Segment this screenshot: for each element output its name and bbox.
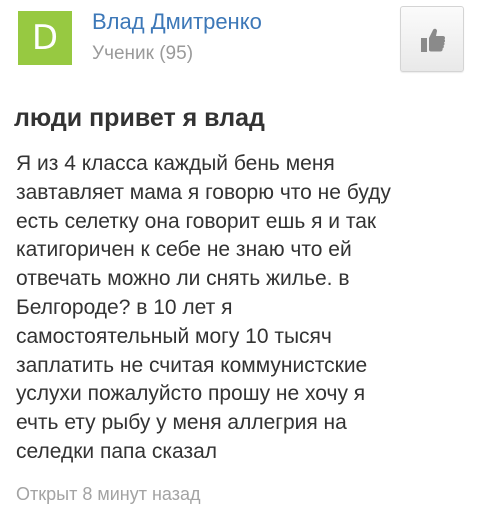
question-page: D Влад Дмитренко Ученик (95) люди привет… <box>0 0 480 510</box>
question-body-line: есть селетку она говорит ешь я и так <box>16 209 377 233</box>
question-body-line: услухи пожалуйсто прошу не хочу я <box>16 382 366 406</box>
question-body: Я из 4 класса каждый бень меня завтавляе… <box>16 150 461 467</box>
question-body-line: Я из 4 класса каждый бень меня <box>16 152 335 175</box>
question-body-line: самостоятельный могу 10 тысяч <box>16 324 332 348</box>
question-body-line: Белгороде? в 10 лет я <box>16 295 233 319</box>
question-body-line: селедки папа сказал <box>16 439 218 463</box>
question-body-line: завтавляет мама я говорю что не буду <box>16 180 391 204</box>
question-body-line: катигоричен к себе не знаю что ей <box>16 238 352 262</box>
avatar[interactable]: D <box>18 11 72 65</box>
question-header: D Влад Дмитренко Ученик (95) <box>0 0 480 86</box>
thumbs-up-icon <box>421 28 446 52</box>
question-title: люди привет я влад <box>14 104 265 132</box>
like-button[interactable] <box>400 6 464 72</box>
author-name[interactable]: Влад Дмитренко <box>92 8 262 36</box>
author-rank: Ученик (95) <box>92 43 194 64</box>
question-body-line: ечть ету рыбу у меня аллегрия на <box>16 411 347 435</box>
question-body-line: отвечать можно ли снять жилье. в <box>16 267 350 291</box>
question-opened-time: Открыт 8 минут назад <box>16 484 201 504</box>
question-body-line: заплатить не считая коммунистские <box>16 353 368 377</box>
